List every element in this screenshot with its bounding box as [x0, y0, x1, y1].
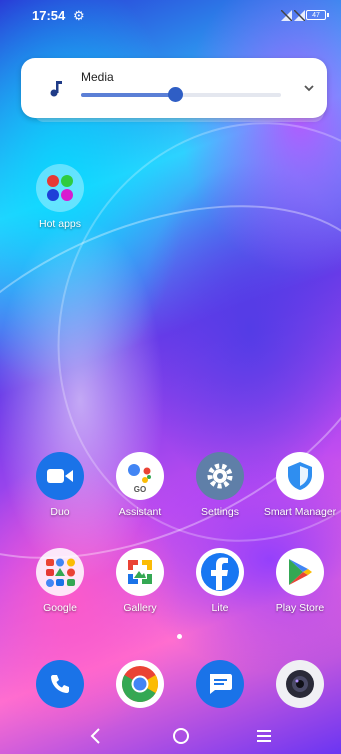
gallery-icon — [116, 548, 164, 596]
back-icon[interactable] — [84, 724, 108, 748]
volume-slider-thumb[interactable] — [168, 87, 183, 102]
folder-grid-icon — [47, 175, 73, 201]
facebook-icon — [196, 548, 244, 596]
app-duo[interactable]: Duo — [20, 452, 100, 518]
battery-icon: 47 — [306, 10, 329, 20]
status-time: 17:54 — [32, 8, 66, 23]
app-label: Duo — [50, 506, 70, 518]
app-play-store[interactable]: Play Store — [260, 548, 340, 614]
app-settings[interactable]: Settings — [180, 452, 260, 518]
dock-phone[interactable] — [20, 660, 100, 708]
hot-apps-folder[interactable]: Hot apps — [20, 164, 100, 230]
chevron-down-icon[interactable] — [301, 80, 317, 96]
app-label: Google — [43, 602, 77, 614]
dock-messages[interactable] — [180, 660, 260, 708]
phone-icon — [36, 660, 84, 708]
volume-panel: Media — [21, 58, 327, 118]
google-folder[interactable]: Google — [20, 548, 100, 614]
video-camera-icon — [36, 452, 84, 500]
folder-grid-icon — [46, 558, 75, 587]
app-facebook-lite[interactable]: Lite — [180, 548, 260, 614]
app-label: Play Store — [275, 602, 325, 614]
signal-icon — [294, 10, 305, 21]
play-store-icon — [276, 548, 324, 596]
message-icon — [196, 660, 244, 708]
app-label: Lite — [211, 602, 229, 614]
folder-icon — [36, 164, 84, 212]
gear-icon: ⚙ — [73, 8, 85, 23]
volume-slider[interactable] — [81, 87, 281, 102]
shield-icon — [276, 452, 324, 500]
app-gallery[interactable]: Gallery — [100, 548, 180, 614]
app-label: Gallery — [123, 602, 157, 614]
app-label: Assistant — [118, 506, 162, 518]
svg-text:GO: GO — [134, 485, 146, 494]
camera-icon — [276, 660, 324, 708]
home-icon[interactable] — [169, 724, 193, 748]
settings-gear-icon — [196, 452, 244, 500]
app-label: Smart Manager — [263, 506, 337, 518]
dock-camera[interactable] — [260, 660, 340, 708]
menu-icon[interactable] — [252, 724, 276, 748]
page-indicator — [177, 634, 182, 639]
app-label: Hot apps — [38, 218, 82, 230]
dock-chrome[interactable] — [100, 660, 180, 708]
music-note-icon[interactable] — [46, 78, 66, 98]
volume-label: Media — [81, 70, 114, 84]
status-bar: 17:54 ⚙ 47 — [0, 0, 341, 30]
volume-slider-fill — [81, 93, 175, 97]
app-label: Settings — [201, 506, 239, 518]
chrome-icon — [116, 660, 164, 708]
signal-icon — [281, 10, 292, 21]
folder-icon — [36, 548, 84, 596]
app-smart-manager[interactable]: Smart Manager — [260, 452, 340, 518]
assistant-icon: GO — [116, 452, 164, 500]
app-assistant[interactable]: GO Assistant — [100, 452, 180, 518]
